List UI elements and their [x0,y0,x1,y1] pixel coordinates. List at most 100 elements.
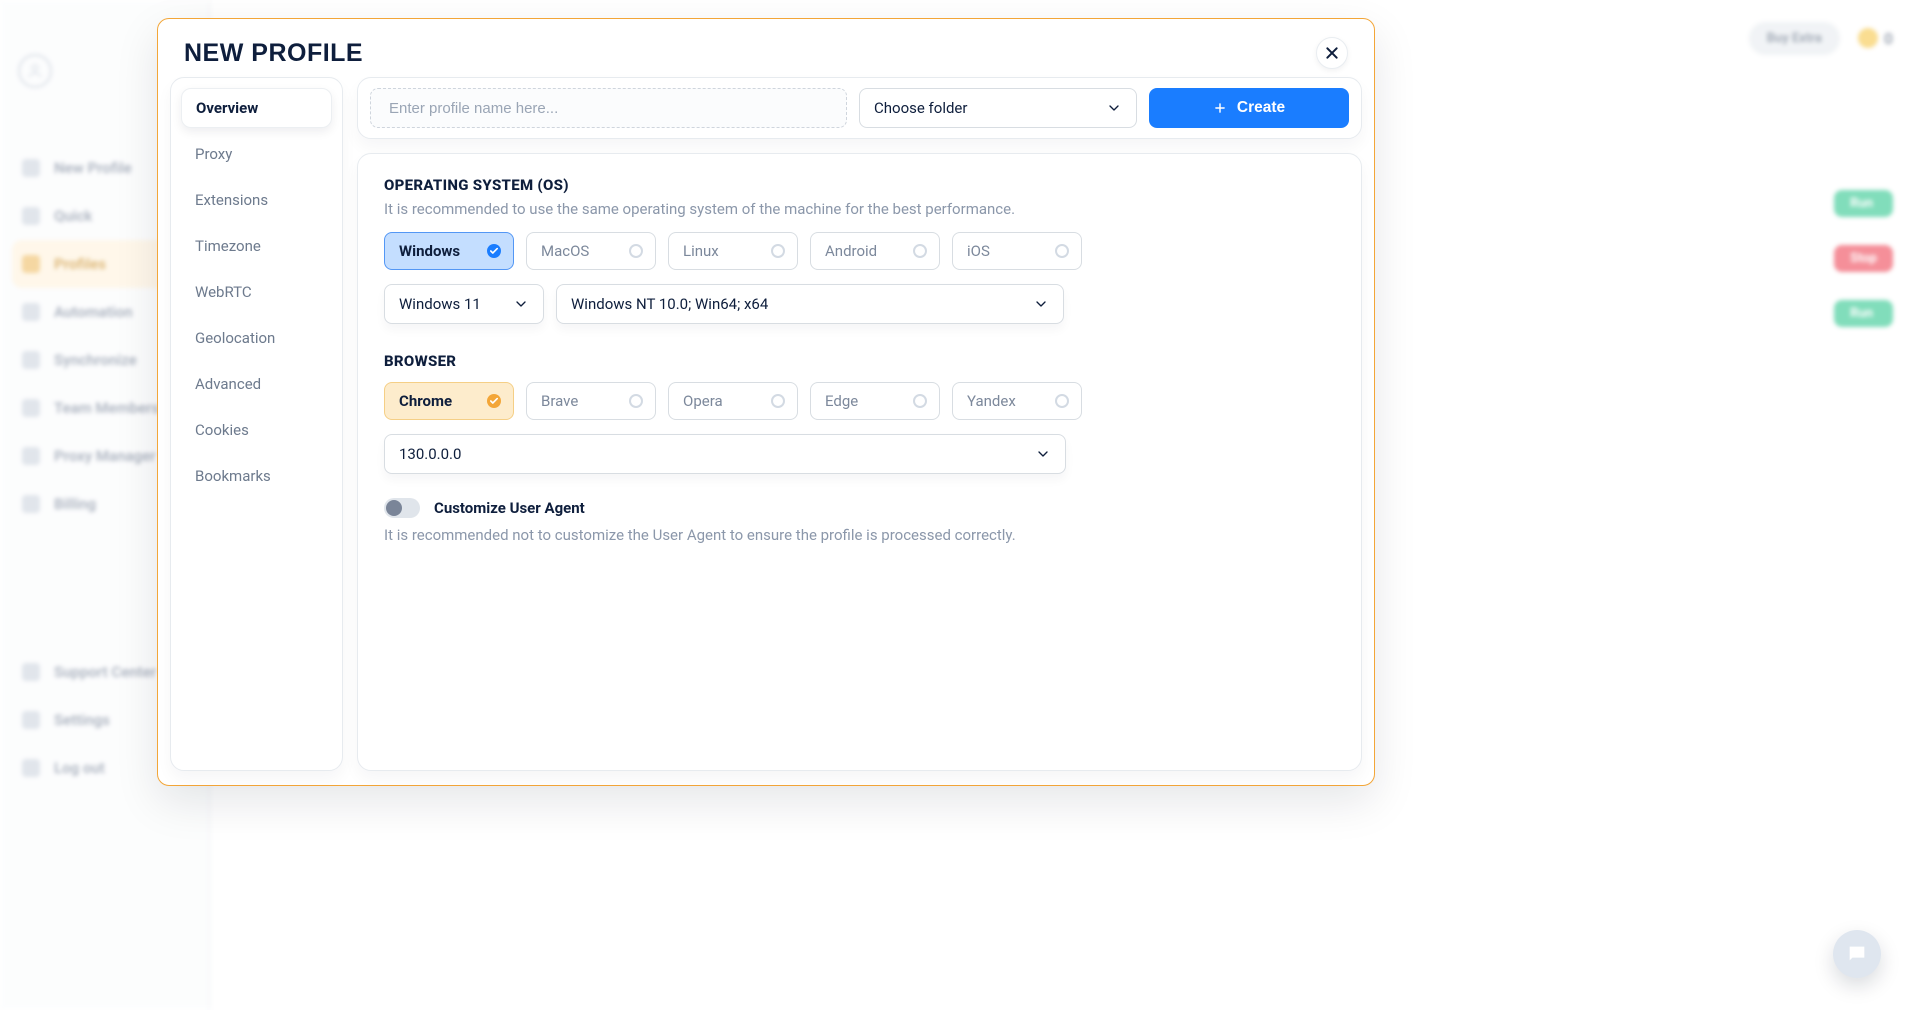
browser-option-chrome[interactable]: Chrome [384,382,514,420]
browser-options: Chrome Brave Opera Edge [384,382,1335,420]
sidebar-item-label: Synchronize [54,351,137,369]
radio-icon [913,244,927,258]
folder-select[interactable]: Choose folder [859,88,1137,128]
os-option-linux[interactable]: Linux [668,232,798,270]
stop-button[interactable]: Stop [1834,245,1893,272]
tab-timezone[interactable]: Timezone [181,226,332,266]
check-icon [487,244,501,258]
chat-icon [1846,943,1868,965]
customize-ua-toggle[interactable] [384,498,420,518]
side-item-label: Cookies [195,421,249,439]
os-option-label: Windows [399,242,460,260]
folder-select-label: Choose folder [874,99,967,117]
profile-name-input[interactable] [387,99,830,118]
os-option-macos[interactable]: MacOS [526,232,656,270]
browser-option-label: Yandex [967,392,1016,410]
toggle-knob [386,500,402,516]
os-option-windows[interactable]: Windows [384,232,514,270]
browser-option-label: Edge [825,392,858,410]
os-options: Windows MacOS Linux Android [384,232,1335,270]
coin-icon [1858,28,1878,48]
run-button[interactable]: Run [1834,190,1893,217]
coin-balance: 0 [1858,28,1893,48]
os-section-subtitle: It is recommended to use the same operat… [384,200,1335,218]
side-item-label: Proxy [195,145,232,163]
tab-webrtc[interactable]: WebRTC [181,272,332,312]
sidebar-item-label: Profiles [54,255,106,273]
radio-icon [1055,244,1069,258]
browser-option-opera[interactable]: Opera [668,382,798,420]
avatar [18,54,52,88]
side-item-label: Overview [196,99,258,117]
run-button[interactable]: Run [1834,300,1893,327]
radio-icon [629,394,643,408]
os-version-value: Windows 11 [399,295,481,313]
browser-version-value: 130.0.0.0 [399,445,461,463]
sidebar-item-label: Support Center [54,663,156,681]
radio-icon [629,244,643,258]
new-profile-modal: NEW PROFILE Overview Proxy Extensions Ti… [157,18,1375,786]
tab-overview[interactable]: Overview [181,88,332,128]
tab-extensions[interactable]: Extensions [181,180,332,220]
os-version-select[interactable]: Windows 11 [384,284,544,324]
os-option-label: Android [825,242,877,260]
tab-proxy[interactable]: Proxy [181,134,332,174]
sidebar-item-label: New Profile [54,159,132,177]
browser-option-label: Opera [683,392,723,410]
side-item-label: Timezone [195,237,261,255]
os-option-android[interactable]: Android [810,232,940,270]
radio-icon [913,394,927,408]
chevron-down-icon [1033,296,1049,312]
plus-icon [1213,101,1227,115]
os-option-ios[interactable]: iOS [952,232,1082,270]
os-ua-value: Windows NT 10.0; Win64; x64 [571,295,768,313]
top-input-row: Choose folder Create [357,77,1362,139]
create-button[interactable]: Create [1149,88,1349,128]
browser-section-title: BROWSER [384,352,1335,370]
sidebar-item-label: Billing [54,495,96,513]
browser-option-label: Chrome [399,392,452,410]
os-option-label: Linux [683,242,719,260]
overview-content: OPERATING SYSTEM (OS) It is recommended … [357,153,1362,771]
os-option-label: iOS [967,242,990,260]
chevron-down-icon [513,296,529,312]
radio-icon [771,244,785,258]
side-item-label: Bookmarks [195,467,271,485]
side-item-label: Advanced [195,375,261,393]
modal-side-nav: Overview Proxy Extensions Timezone WebRT… [170,77,343,771]
chevron-down-icon [1035,446,1051,462]
side-item-label: Extensions [195,191,268,209]
sidebar-item-label: Automation [54,303,133,321]
chat-button[interactable] [1833,930,1881,978]
profile-name-input-wrapper [370,88,847,128]
check-icon [487,394,501,408]
close-icon [1324,45,1340,61]
sidebar-item-label: Quick [54,207,92,225]
os-option-label: MacOS [541,242,589,260]
browser-option-brave[interactable]: Brave [526,382,656,420]
radio-icon [771,394,785,408]
browser-option-yandex[interactable]: Yandex [952,382,1082,420]
sidebar-item-label: Proxy Manager [54,447,156,465]
tab-advanced[interactable]: Advanced [181,364,332,404]
os-section-title: OPERATING SYSTEM (OS) [384,176,1335,194]
tab-cookies[interactable]: Cookies [181,410,332,450]
sidebar-item-label: Log out [54,759,105,777]
sidebar-item-label: Team Members [54,399,159,417]
side-item-label: WebRTC [195,283,252,301]
sidebar-item-label: Settings [54,711,110,729]
tab-bookmarks[interactable]: Bookmarks [181,456,332,496]
os-ua-select[interactable]: Windows NT 10.0; Win64; x64 [556,284,1064,324]
browser-option-edge[interactable]: Edge [810,382,940,420]
radio-icon [1055,394,1069,408]
browser-option-label: Brave [541,392,578,410]
tab-geolocation[interactable]: Geolocation [181,318,332,358]
create-button-label: Create [1237,99,1285,117]
customize-ua-subtitle: It is recommended not to customize the U… [384,526,1335,544]
modal-title: NEW PROFILE [184,39,363,68]
customize-ua-label: Customize User Agent [434,499,585,517]
close-button[interactable] [1316,37,1348,69]
buy-extra-button[interactable]: Buy Extra [1749,22,1840,55]
browser-version-select[interactable]: 130.0.0.0 [384,434,1066,474]
side-item-label: Geolocation [195,329,275,347]
